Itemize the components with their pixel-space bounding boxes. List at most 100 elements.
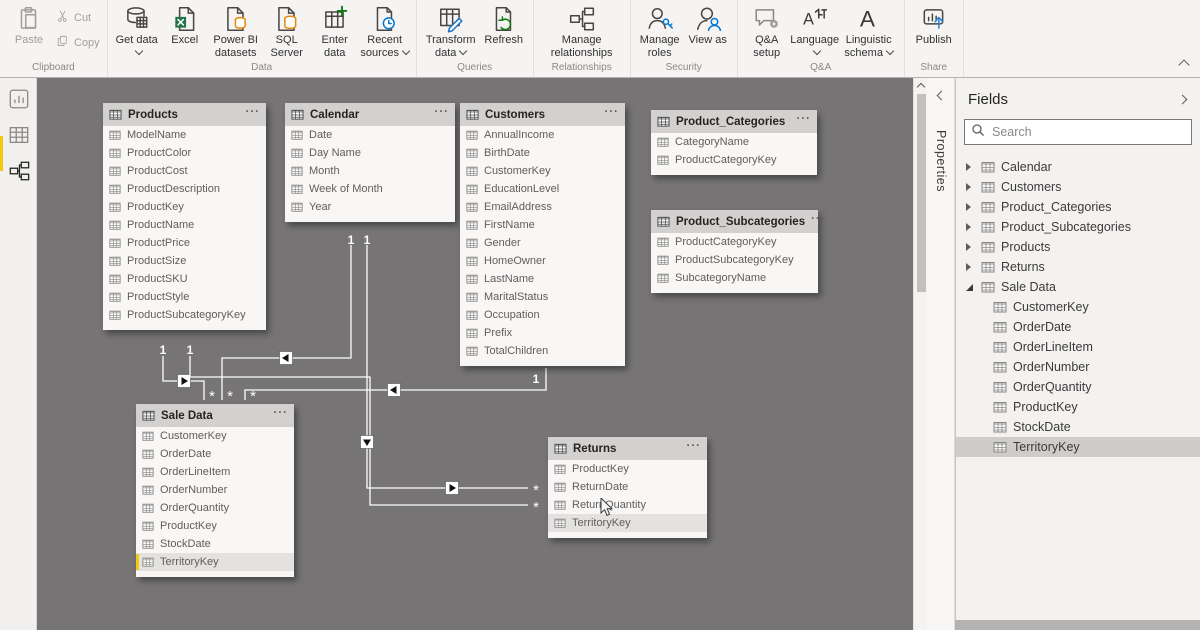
field-row[interactable]: CustomerKey	[136, 427, 294, 445]
field-row[interactable]: HomeOwner	[460, 252, 625, 270]
diagram-table-sale-data[interactable]: Sale Data···CustomerKeyOrderDateOrderLin…	[136, 404, 294, 577]
manage-roles-button[interactable]: Manage roles	[636, 2, 684, 59]
search-box[interactable]	[964, 119, 1192, 145]
field-row[interactable]: Week of Month	[285, 180, 455, 198]
field-row[interactable]: OrderQuantity	[136, 499, 294, 517]
table-card-header[interactable]: Calendar···	[285, 103, 455, 126]
fields-field-orderdate[interactable]: OrderDate	[956, 317, 1200, 337]
field-row[interactable]: TerritoryKey	[548, 514, 707, 532]
fields-table-returns[interactable]: Returns	[956, 257, 1200, 277]
expand-properties-chevron-icon[interactable]	[937, 91, 947, 101]
excel-button[interactable]: Excel	[161, 2, 209, 47]
properties-pane-collapsed[interactable]: Properties	[927, 78, 955, 630]
fields-field-orderquantity[interactable]: OrderQuantity	[956, 377, 1200, 397]
enter-data-button[interactable]: Enter data	[311, 2, 359, 59]
field-row[interactable]: Gender	[460, 234, 625, 252]
field-row[interactable]: TerritoryKey	[136, 553, 294, 571]
field-row[interactable]: ProductDescription	[103, 180, 266, 198]
field-row[interactable]: ProductCost	[103, 162, 266, 180]
more-options-button[interactable]: ···	[435, 106, 450, 118]
field-row[interactable]: BirthDate	[460, 144, 625, 162]
scrollbar-thumb[interactable]	[917, 94, 926, 292]
field-row[interactable]: Month	[285, 162, 455, 180]
field-row[interactable]: StockDate	[136, 535, 294, 553]
field-row[interactable]: ProductPrice	[103, 234, 266, 252]
collapse-fields-chevron-icon[interactable]	[1178, 95, 1188, 105]
table-card-header[interactable]: Returns···	[548, 437, 707, 460]
more-options-button[interactable]: ···	[797, 113, 812, 125]
field-row[interactable]: AnnualIncome	[460, 126, 625, 144]
expand-chevron-icon[interactable]	[966, 200, 975, 214]
refresh-button[interactable]: Refresh	[480, 2, 528, 47]
field-row[interactable]: ProductStyle	[103, 288, 266, 306]
field-row[interactable]: Prefix	[460, 324, 625, 342]
diagram-table-product-categories[interactable]: Product_Categories···CategoryNameProduct…	[651, 110, 817, 175]
expand-chevron-icon[interactable]	[966, 220, 975, 234]
fields-field-productkey[interactable]: ProductKey	[956, 397, 1200, 417]
field-row[interactable]: ProductCategoryKey	[651, 151, 817, 169]
more-options-button[interactable]: ···	[246, 106, 261, 118]
fields-table-product-categories[interactable]: Product_Categories	[956, 197, 1200, 217]
field-row[interactable]: ReturnDate	[548, 478, 707, 496]
field-row[interactable]: SubcategoryName	[651, 269, 818, 287]
more-options-button[interactable]: ···	[687, 440, 702, 452]
field-row[interactable]: CategoryName	[651, 133, 817, 151]
expand-chevron-icon[interactable]	[966, 260, 975, 274]
q-a-setup-button[interactable]: Q&A setup	[743, 2, 791, 59]
field-row[interactable]: OrderNumber	[136, 481, 294, 499]
table-card-header[interactable]: Product_Subcategories···	[651, 210, 818, 233]
field-row[interactable]: EducationLevel	[460, 180, 625, 198]
fields-field-orderlineitem[interactable]: OrderLineItem	[956, 337, 1200, 357]
field-row[interactable]: ProductSKU	[103, 270, 266, 288]
linguistic-schema-button[interactable]: ALinguistic schema	[839, 2, 899, 59]
field-row[interactable]: MaritalStatus	[460, 288, 625, 306]
diagram-table-customers[interactable]: Customers···AnnualIncomeBirthDateCustome…	[460, 103, 625, 366]
diagram-table-products[interactable]: Products···ModelNameProductColorProductC…	[103, 103, 266, 330]
table-card-header[interactable]: Sale Data···	[136, 404, 294, 427]
search-input[interactable]	[990, 124, 1185, 140]
field-row[interactable]: ProductSubcategoryKey	[651, 251, 818, 269]
field-row[interactable]: ProductKey	[548, 460, 707, 478]
field-row[interactable]: FirstName	[460, 216, 625, 234]
sidebar-model-view-button[interactable]	[8, 160, 30, 182]
field-row[interactable]: ProductName	[103, 216, 266, 234]
diagram-table-returns[interactable]: Returns···ProductKeyReturnDateReturnQuan…	[548, 437, 707, 538]
field-row[interactable]: ModelName	[103, 126, 266, 144]
manage-relationships-button[interactable]: Manage relationships	[539, 2, 625, 59]
view-as-button[interactable]: View as	[684, 2, 732, 47]
get-data-button[interactable]: Get data	[113, 2, 161, 59]
transform-data-button[interactable]: Transform data	[422, 2, 480, 59]
field-row[interactable]: ProductKey	[103, 198, 266, 216]
diagram-table-product-subcategories[interactable]: Product_Subcategories···ProductCategoryK…	[651, 210, 818, 293]
fields-table-sale-data[interactable]: Sale Data	[956, 277, 1200, 297]
table-card-header[interactable]: Product_Categories···	[651, 110, 817, 133]
field-row[interactable]: OrderDate	[136, 445, 294, 463]
expand-chevron-icon[interactable]	[966, 180, 975, 194]
table-card-header[interactable]: Products···	[103, 103, 266, 126]
field-row[interactable]: ProductColor	[103, 144, 266, 162]
canvas-vertical-scrollbar[interactable]	[913, 78, 927, 630]
paste-button[interactable]: Paste	[5, 2, 53, 47]
diagram-table-calendar[interactable]: Calendar···DateDay NameMonthWeek of Mont…	[285, 103, 455, 222]
copy-button[interactable]: Copy	[55, 34, 100, 52]
field-row[interactable]: Year	[285, 198, 455, 216]
collapse-chevron-icon[interactable]	[966, 280, 975, 294]
field-row[interactable]: Occupation	[460, 306, 625, 324]
field-row[interactable]: ProductCategoryKey	[651, 233, 818, 251]
field-row[interactable]: CustomerKey	[460, 162, 625, 180]
recent-sources-button[interactable]: Recent sources	[359, 2, 411, 59]
cut-button[interactable]: Cut	[55, 9, 100, 27]
field-row[interactable]: ProductKey	[136, 517, 294, 535]
sidebar-report-view-button[interactable]	[8, 88, 30, 110]
field-row[interactable]: LastName	[460, 270, 625, 288]
sql-server-button[interactable]: SQL Server	[263, 2, 311, 59]
fields-table-products[interactable]: Products	[956, 237, 1200, 257]
fields-field-ordernumber[interactable]: OrderNumber	[956, 357, 1200, 377]
field-row[interactable]: TotalChildren	[460, 342, 625, 360]
field-row[interactable]: ProductSubcategoryKey	[103, 306, 266, 324]
more-options-button[interactable]: ···	[274, 407, 289, 419]
fields-table-customers[interactable]: Customers	[956, 177, 1200, 197]
table-card-header[interactable]: Customers···	[460, 103, 625, 126]
fields-field-territorykey[interactable]: TerritoryKey	[956, 437, 1200, 457]
scroll-up-arrow-icon[interactable]	[917, 83, 925, 91]
